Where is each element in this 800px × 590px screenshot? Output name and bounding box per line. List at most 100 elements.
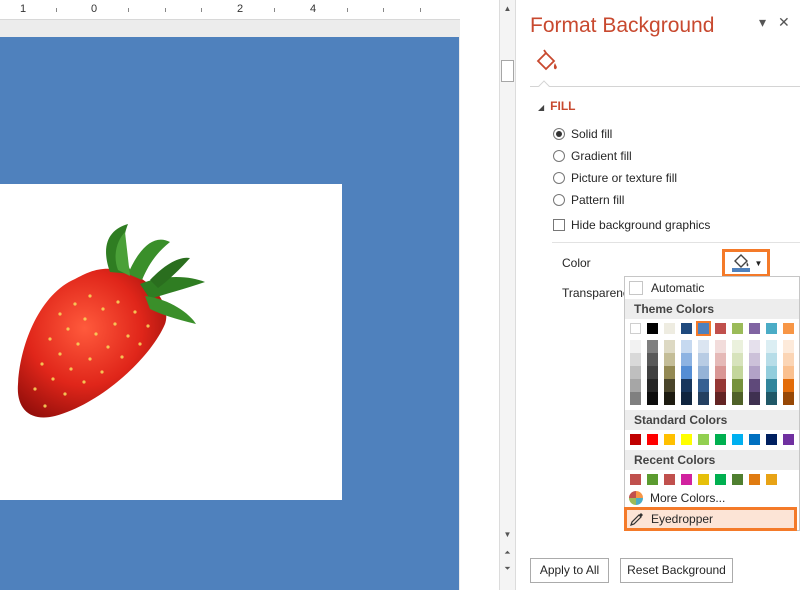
theme-shade-swatch[interactable] — [664, 353, 675, 366]
theme-shade-swatch[interactable] — [715, 379, 726, 392]
recent-color-swatch[interactable] — [715, 474, 726, 485]
theme-shade-swatch[interactable] — [732, 366, 743, 379]
fill-tab-icon[interactable] — [534, 48, 560, 74]
theme-shade-swatch[interactable] — [698, 392, 709, 405]
vertical-scrollbar[interactable]: ▲ ▼ ⏶ ⏷ — [499, 0, 516, 590]
theme-color-swatch[interactable] — [783, 323, 794, 334]
theme-shade-swatch[interactable] — [664, 366, 675, 379]
fill-color-button[interactable]: ▼ — [722, 249, 770, 277]
theme-shade-swatch[interactable] — [749, 340, 760, 353]
theme-color-swatch[interactable] — [696, 321, 711, 336]
recent-color-swatch[interactable] — [664, 474, 675, 485]
standard-color-swatch[interactable] — [630, 434, 641, 445]
theme-shade-swatch[interactable] — [647, 392, 658, 405]
theme-shade-swatch[interactable] — [647, 353, 658, 366]
scroll-down-arrow-icon[interactable]: ▼ — [501, 528, 514, 542]
strawberry-picture[interactable] — [0, 184, 342, 500]
theme-color-swatch[interactable] — [647, 323, 658, 334]
theme-shade-swatch[interactable] — [783, 340, 794, 353]
theme-shade-swatch[interactable] — [783, 392, 794, 405]
theme-shade-swatch[interactable] — [749, 353, 760, 366]
theme-shade-swatch[interactable] — [766, 340, 777, 353]
theme-shade-swatch[interactable] — [630, 366, 641, 379]
theme-shade-swatch[interactable] — [647, 379, 658, 392]
theme-shade-swatch[interactable] — [647, 366, 658, 379]
theme-shade-swatch[interactable] — [766, 379, 777, 392]
theme-shade-swatch[interactable] — [783, 379, 794, 392]
theme-shade-swatch[interactable] — [749, 379, 760, 392]
theme-color-swatch[interactable] — [732, 323, 743, 334]
gradient-fill-option[interactable]: Gradient fill — [553, 148, 632, 164]
standard-color-swatch[interactable] — [766, 434, 777, 445]
theme-shade-swatch[interactable] — [630, 392, 641, 405]
recent-color-swatch[interactable] — [698, 474, 709, 485]
theme-shade-swatch[interactable] — [783, 353, 794, 366]
theme-shade-swatch[interactable] — [732, 340, 743, 353]
standard-color-swatch[interactable] — [698, 434, 709, 445]
picture-fill-option[interactable]: Picture or texture fill — [553, 170, 677, 186]
recent-color-swatch[interactable] — [749, 474, 760, 485]
theme-shade-swatch[interactable] — [766, 353, 777, 366]
theme-shade-swatch[interactable] — [715, 392, 726, 405]
automatic-color-item[interactable]: Automatic — [625, 278, 799, 298]
theme-color-swatch[interactable] — [715, 323, 726, 334]
theme-shade-swatch[interactable] — [783, 366, 794, 379]
theme-shade-swatch[interactable] — [732, 379, 743, 392]
theme-shade-swatch[interactable] — [715, 366, 726, 379]
theme-shade-swatch[interactable] — [698, 366, 709, 379]
theme-color-swatch[interactable] — [681, 323, 692, 334]
theme-shade-swatch[interactable] — [630, 353, 641, 366]
next-slide-icon[interactable]: ⏷ — [501, 562, 514, 576]
recent-color-swatch[interactable] — [630, 474, 641, 485]
standard-color-swatch[interactable] — [681, 434, 692, 445]
theme-shade-swatch[interactable] — [681, 340, 692, 353]
theme-shade-swatch[interactable] — [630, 379, 641, 392]
theme-shade-swatch[interactable] — [766, 366, 777, 379]
theme-shade-swatch[interactable] — [732, 392, 743, 405]
reset-background-button[interactable]: Reset Background — [620, 558, 733, 583]
recent-color-swatch[interactable] — [732, 474, 743, 485]
standard-color-swatch[interactable] — [749, 434, 760, 445]
radio-button[interactable] — [553, 172, 565, 184]
previous-slide-icon[interactable]: ⏶ — [501, 546, 514, 560]
theme-shade-swatch[interactable] — [664, 379, 675, 392]
recent-color-swatch[interactable] — [681, 474, 692, 485]
recent-color-swatch[interactable] — [766, 474, 777, 485]
slide[interactable] — [0, 37, 459, 590]
theme-shade-swatch[interactable] — [749, 366, 760, 379]
standard-color-swatch[interactable] — [647, 434, 658, 445]
apply-to-all-button[interactable]: Apply to All — [530, 558, 609, 583]
fill-section-header[interactable]: ◢ FILL — [538, 99, 575, 113]
radio-button[interactable] — [553, 194, 565, 206]
solid-fill-option[interactable]: Solid fill — [553, 126, 612, 142]
theme-shade-swatch[interactable] — [766, 392, 777, 405]
recent-color-swatch[interactable] — [647, 474, 658, 485]
theme-shade-swatch[interactable] — [681, 353, 692, 366]
horizontal-ruler[interactable]: 1 0 2 4 — [0, 0, 460, 20]
theme-color-swatch[interactable] — [630, 323, 641, 334]
more-colors-item[interactable]: More Colors... — [625, 488, 799, 508]
theme-shade-swatch[interactable] — [698, 379, 709, 392]
theme-shade-swatch[interactable] — [647, 340, 658, 353]
theme-color-swatch[interactable] — [766, 323, 777, 334]
pane-options-chevron-icon[interactable]: ▾ — [759, 14, 766, 31]
standard-color-swatch[interactable] — [783, 434, 794, 445]
standard-color-swatch[interactable] — [732, 434, 743, 445]
pattern-fill-option[interactable]: Pattern fill — [553, 192, 624, 208]
standard-color-swatch[interactable] — [664, 434, 675, 445]
radio-button[interactable] — [553, 150, 565, 162]
checkbox[interactable] — [553, 219, 565, 231]
theme-color-swatch[interactable] — [749, 323, 760, 334]
hide-bg-graphics-option[interactable]: Hide background graphics — [553, 217, 710, 233]
theme-shade-swatch[interactable] — [698, 340, 709, 353]
standard-color-swatch[interactable] — [715, 434, 726, 445]
theme-shade-swatch[interactable] — [681, 392, 692, 405]
theme-shade-swatch[interactable] — [681, 366, 692, 379]
close-icon[interactable]: ✕ — [778, 14, 790, 31]
scroll-up-arrow-icon[interactable]: ▲ — [501, 2, 514, 16]
radio-button[interactable] — [553, 128, 565, 140]
theme-shade-swatch[interactable] — [681, 379, 692, 392]
theme-shade-swatch[interactable] — [715, 340, 726, 353]
theme-shade-swatch[interactable] — [630, 340, 641, 353]
eyedropper-item[interactable]: Eyedropper — [624, 507, 797, 531]
